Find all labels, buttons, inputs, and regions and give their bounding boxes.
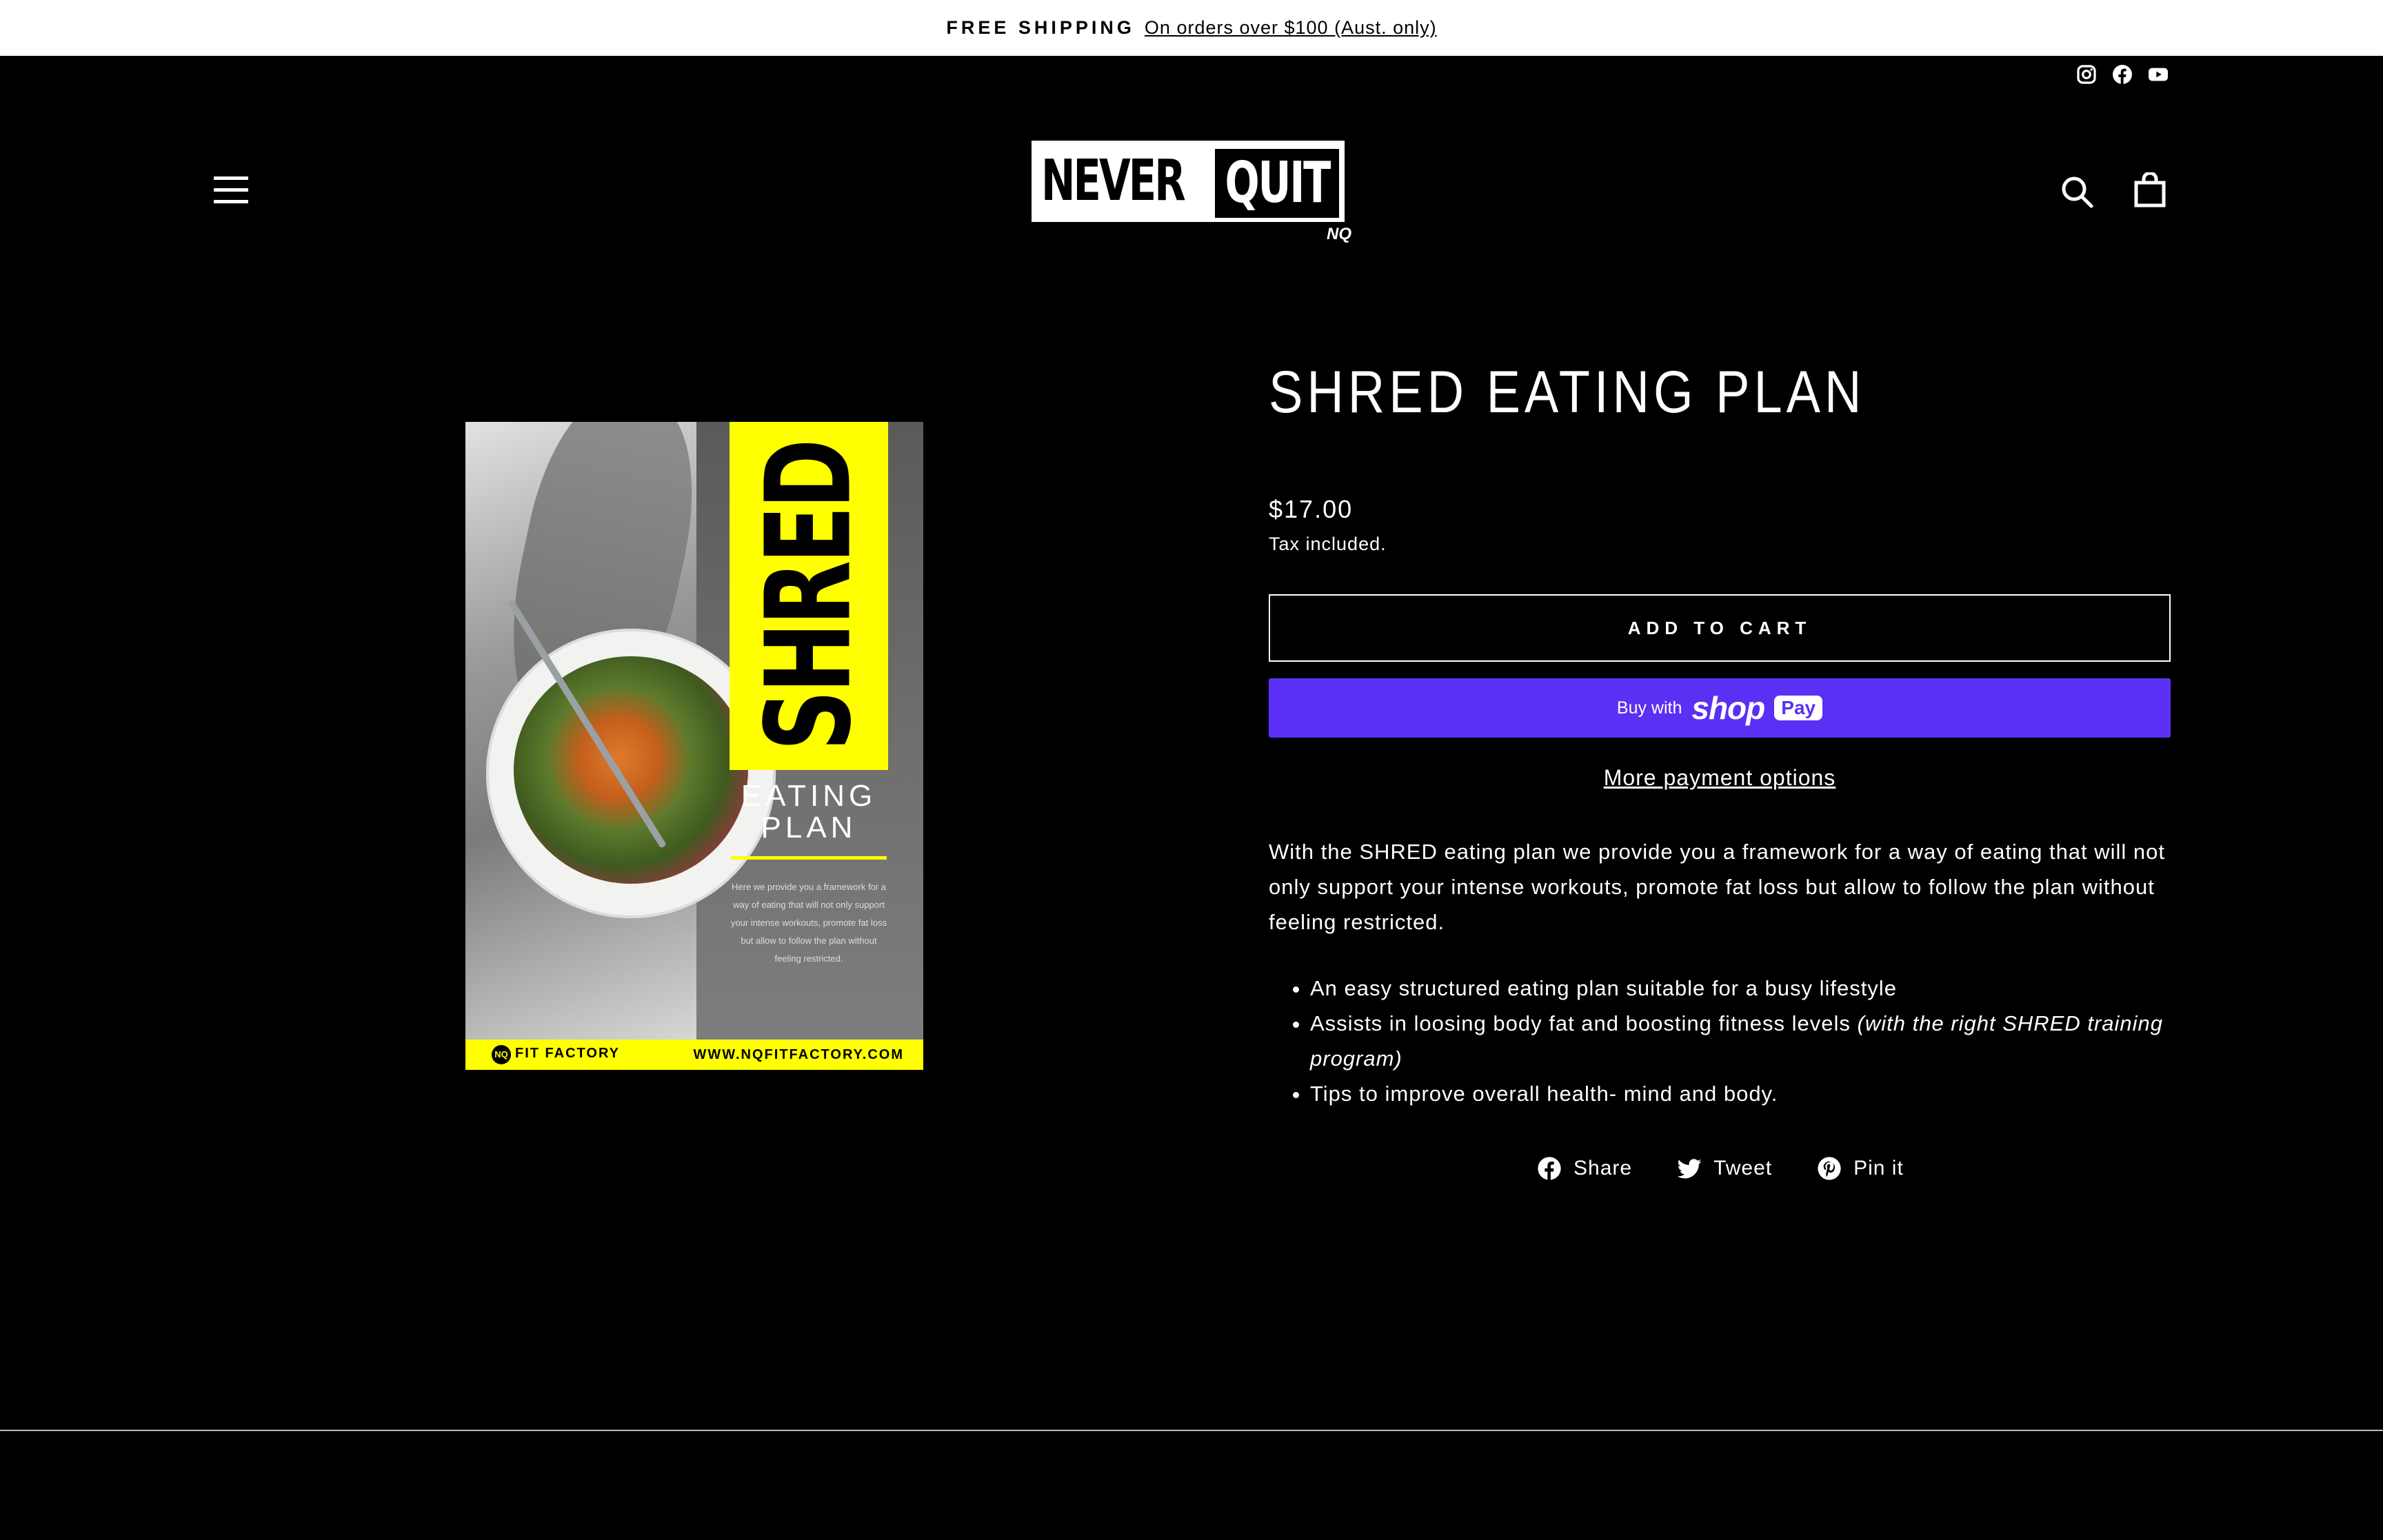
announcement-bar: FREE SHIPPING On orders over $100 (Aust.…: [0, 0, 2383, 56]
share-twitter-button[interactable]: Tweet: [1676, 1155, 1772, 1182]
logo-quit-box: QUIT: [1215, 149, 1339, 218]
share-pinterest-label: Pin it: [1853, 1157, 1904, 1179]
announcement-label: FREE SHIPPING: [946, 17, 1135, 38]
twitter-icon: [1677, 1159, 1702, 1179]
shop-pay-button[interactable]: Buy with shop Pay: [1269, 678, 2171, 738]
cover-subtitle-line1: EATING: [741, 779, 877, 813]
tax-note: Tax included.: [1269, 534, 1387, 554]
feature-text: Assists in loosing body fat and boosting…: [1310, 1011, 1858, 1035]
product-features-list: An easy structured eating plan suitable …: [1269, 971, 2220, 1111]
social-links: [2075, 63, 2169, 85]
logo-word-never: NEVER: [1041, 148, 1186, 214]
cart-icon[interactable]: [2132, 172, 2168, 208]
share-links: Share Tweet Pin it: [1536, 1155, 1904, 1182]
announcement-link[interactable]: On orders over $100 (Aust. only): [1145, 17, 1437, 39]
feature-text: An easy structured eating plan suitable …: [1310, 976, 1897, 1000]
share-facebook-button[interactable]: Share: [1536, 1155, 1632, 1182]
pinterest-icon: [1818, 1157, 1841, 1180]
cover-title: SHRED: [730, 422, 888, 770]
cover-brand-text: FIT FACTORY: [515, 1046, 620, 1061]
menu-icon[interactable]: [214, 176, 248, 204]
feature-item: Tips to improve overall health- mind and…: [1310, 1076, 2220, 1111]
add-to-cart-button[interactable]: ADD TO CART: [1269, 594, 2171, 662]
feature-item: Assists in loosing body fat and boosting…: [1310, 1006, 2220, 1076]
cover-subtitle: EATING PLAN: [727, 780, 890, 844]
youtube-icon[interactable]: [2147, 63, 2169, 85]
more-payment-options-link[interactable]: More payment options: [1269, 765, 2171, 791]
cover-title-text: SHRED: [741, 441, 878, 751]
facebook-icon[interactable]: [2111, 63, 2133, 85]
product-title: SHRED EATING PLAN: [1269, 359, 1866, 425]
cover-brand: NQ FIT FACTORY: [492, 1045, 620, 1064]
share-pinterest-button[interactable]: Pin it: [1816, 1155, 1904, 1182]
share-facebook-label: Share: [1573, 1157, 1633, 1179]
product-price: $17.00: [1269, 495, 1354, 523]
footer-divider: [0, 1430, 2383, 1431]
cover-underline: [731, 856, 887, 860]
cover-photo-food: [514, 656, 748, 884]
shop-pay-logo: shop: [1691, 690, 1765, 726]
shop-pay-badge: Pay: [1774, 696, 1823, 720]
product-image[interactable]: SHRED EATING PLAN Here we provide you a …: [465, 422, 923, 1070]
instagram-icon[interactable]: [2075, 63, 2098, 85]
cover-description: Here we provide you a framework for a wa…: [730, 882, 887, 964]
cover-footer: NQ FIT FACTORY WWW.NQFITFACTORY.COM: [465, 1040, 923, 1070]
logo-box: NEVER QUIT: [1032, 141, 1345, 222]
feature-text: Tips to improve overall health- mind and…: [1310, 1082, 1778, 1106]
search-icon[interactable]: [2059, 174, 2095, 210]
share-twitter-label: Tweet: [1713, 1157, 1773, 1179]
feature-item: An easy structured eating plan suitable …: [1310, 971, 2220, 1006]
logo-nq-mark: NQ: [1327, 225, 1351, 243]
cover-brand-mark: NQ: [492, 1045, 511, 1064]
product-description: With the SHRED eating plan we provide yo…: [1269, 840, 2166, 934]
site-logo[interactable]: NEVER QUIT NQ: [1032, 141, 1353, 244]
shop-pay-buy-with: Buy with: [1616, 698, 1682, 718]
cover-subtitle-line2: PLAN: [761, 811, 857, 844]
logo-word-quit: QUIT: [1225, 150, 1331, 216]
facebook-icon: [1538, 1157, 1561, 1180]
cover-url: WWW.NQFITFACTORY.COM: [693, 1046, 904, 1062]
